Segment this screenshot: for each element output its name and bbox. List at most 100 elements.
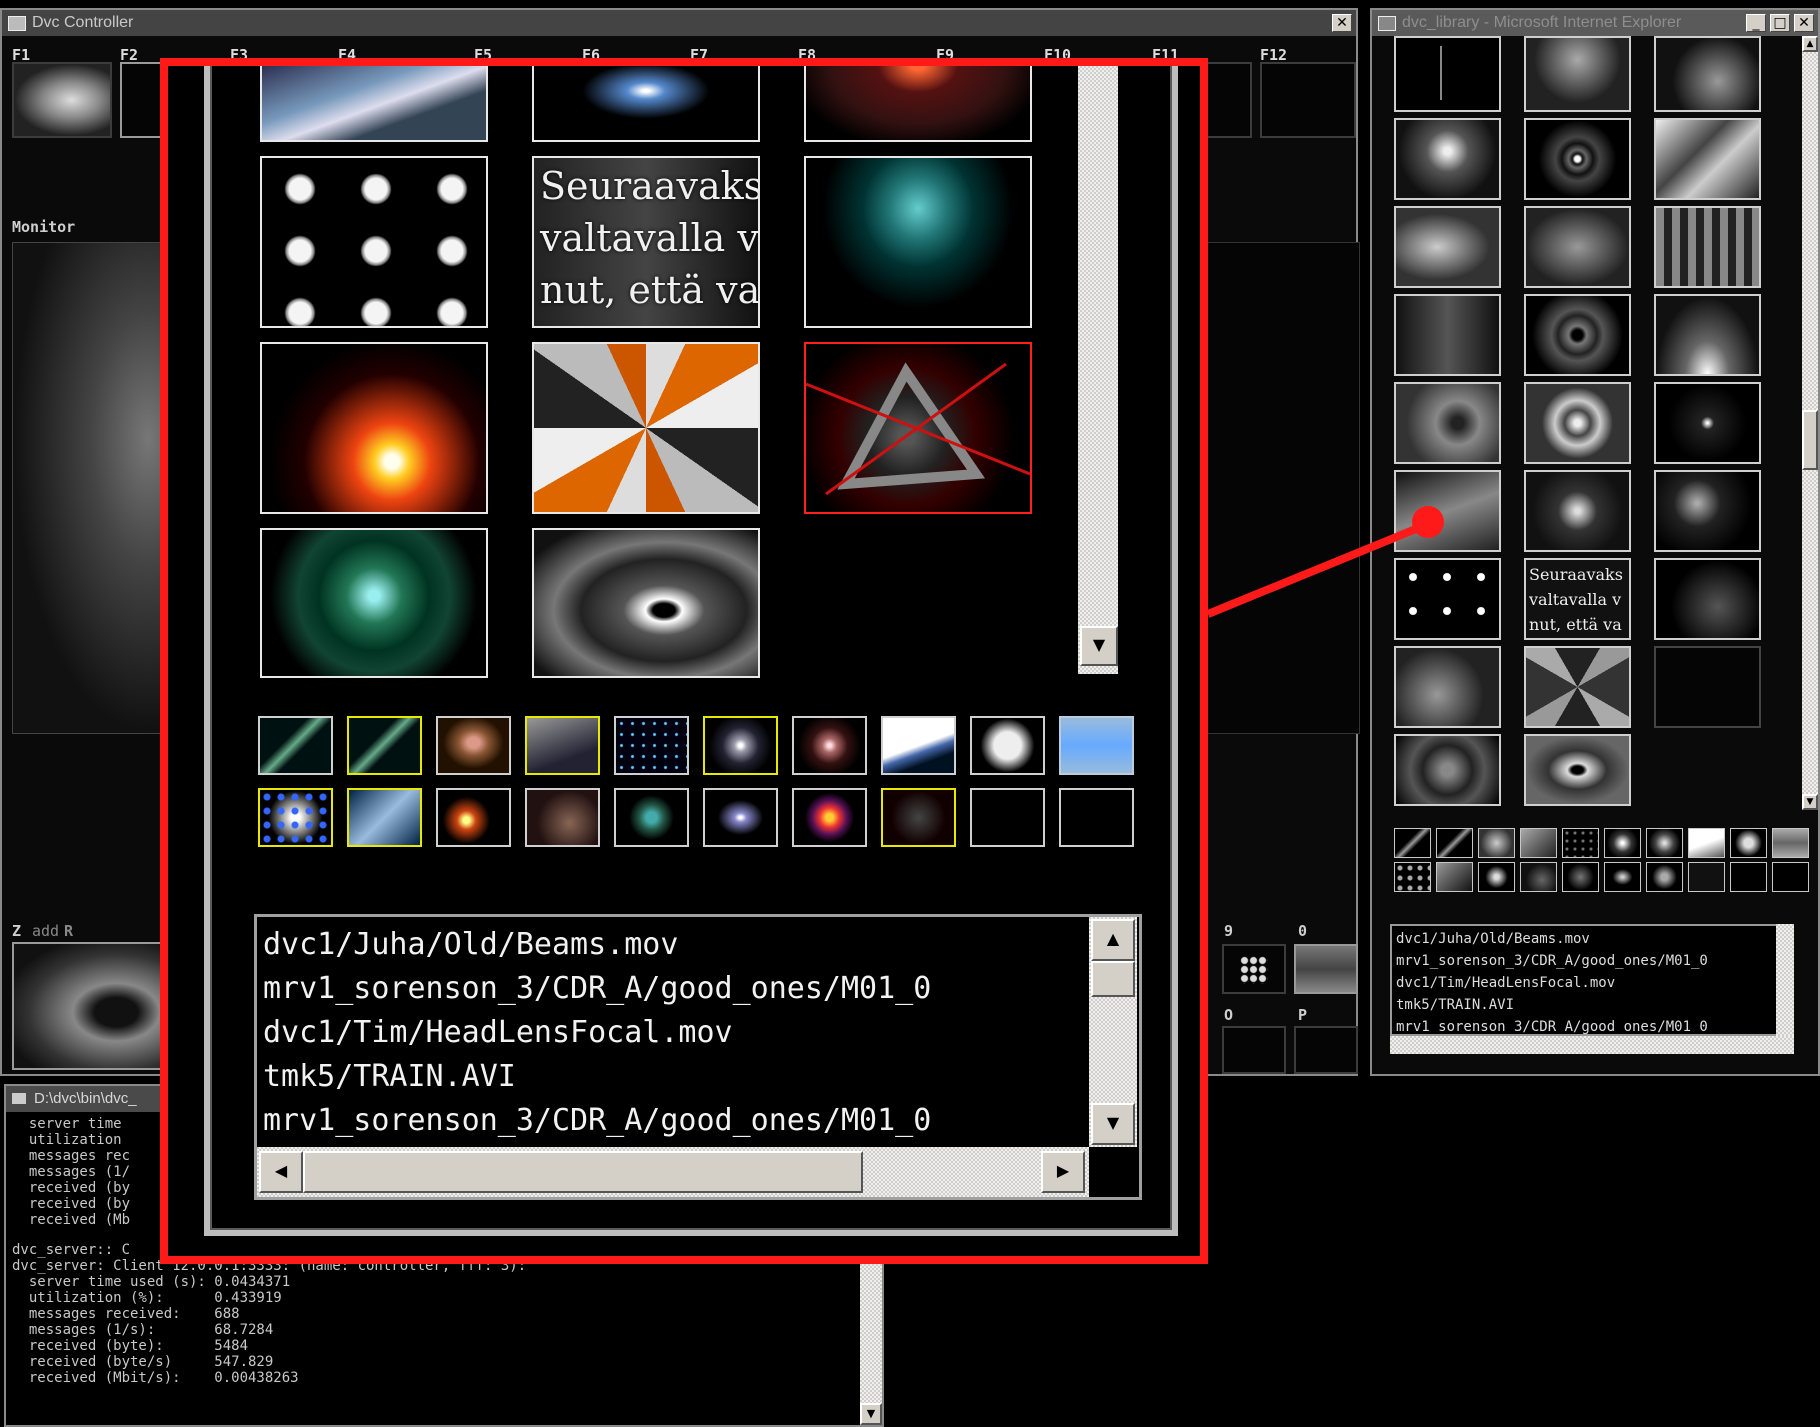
clip-thumb[interactable] — [1646, 828, 1683, 858]
library-thumb[interactable] — [1654, 36, 1761, 112]
console-scroll-down-button[interactable]: ▼ — [860, 1403, 882, 1425]
zoom-thumb-scrollbar[interactable] — [1078, 66, 1118, 674]
zoom-thumb[interactable] — [532, 528, 760, 678]
library-thumb[interactable] — [1654, 558, 1761, 640]
zoom-thumb[interactable] — [804, 66, 1032, 142]
library-thumb[interactable] — [1394, 558, 1501, 640]
library-file-list[interactable]: dvc1/Juha/Old/Beams.mov mrv1_sorenson_3/… — [1390, 924, 1790, 1036]
clip-thumb[interactable] — [1520, 862, 1557, 892]
clip-slot-selected[interactable] — [703, 716, 778, 775]
library-thumb[interactable] — [1524, 206, 1631, 288]
zoom-thumb[interactable] — [260, 156, 488, 328]
clip-slot-selected[interactable] — [258, 788, 333, 847]
clip-thumb[interactable] — [1772, 828, 1809, 858]
key-p-slot[interactable] — [1294, 1026, 1358, 1074]
library-thumb[interactable] — [1524, 118, 1631, 200]
library-thumb[interactable] — [1394, 646, 1501, 728]
close-button[interactable]: ✕ — [1332, 14, 1352, 32]
key-o-slot[interactable] — [1222, 1026, 1286, 1074]
file-list-scroll-down-button[interactable]: ▼ — [1091, 1103, 1135, 1145]
library-thumb[interactable] — [1524, 470, 1631, 552]
clip-slot[interactable] — [525, 788, 600, 847]
clip-thumb[interactable] — [1478, 862, 1515, 892]
file-list-scroll-right-button[interactable]: ▶ — [1041, 1151, 1085, 1193]
library-thumb[interactable] — [1524, 382, 1631, 464]
library-page-scroll-thumb[interactable] — [1802, 410, 1818, 470]
zoom-thumb-selected[interactable] — [804, 342, 1032, 514]
library-thumb[interactable] — [1654, 294, 1761, 376]
clip-slot[interactable] — [970, 716, 1045, 775]
library-thumb[interactable] — [1524, 734, 1631, 806]
library-thumb[interactable] — [1394, 118, 1501, 200]
clip-thumb[interactable] — [1688, 828, 1725, 858]
clip-slot-selected[interactable] — [525, 716, 600, 775]
library-file-list-vscroll[interactable] — [1776, 924, 1794, 1036]
library-thumb[interactable] — [1394, 382, 1501, 464]
zoom-thumb[interactable] — [260, 66, 488, 142]
library-thumb[interactable] — [1654, 206, 1761, 288]
file-item[interactable]: tmk5/TRAIN.AVI — [1396, 994, 1514, 1016]
clip-slot[interactable] — [970, 788, 1045, 847]
minimize-button[interactable]: _ — [1746, 14, 1766, 32]
library-thumb[interactable] — [1654, 382, 1761, 464]
close-button[interactable]: ✕ — [1794, 14, 1814, 32]
clip-slot-selected[interactable] — [881, 788, 956, 847]
zoom-thumb[interactable]: Seuraavaks valtavalla v nut, että va — [532, 156, 760, 328]
clip-thumb[interactable] — [1604, 828, 1641, 858]
clip-thumb[interactable] — [1436, 828, 1473, 858]
library-thumb[interactable] — [1394, 734, 1501, 806]
file-item[interactable]: dvc1/Juha/Old/Beams.mov — [1396, 928, 1590, 950]
file-item[interactable]: dvc1/Tim/HeadLensFocal.mov — [263, 1011, 733, 1055]
zoom-thumb[interactable] — [260, 528, 488, 678]
library-page-scroll-up[interactable]: ▲ — [1802, 36, 1818, 52]
clip-slot[interactable] — [792, 788, 867, 847]
maximize-button[interactable]: □ — [1770, 14, 1790, 32]
zoom-scroll-down-button[interactable]: ▼ — [1080, 626, 1118, 666]
library-thumb[interactable] — [1654, 470, 1761, 552]
library-page-scroll-down[interactable]: ▼ — [1802, 794, 1818, 810]
zoom-thumb[interactable] — [532, 342, 760, 514]
file-item[interactable]: tmk5/TRAIN.AVI — [263, 1055, 516, 1099]
clip-slot-selected[interactable] — [347, 716, 422, 775]
controller-titlebar[interactable]: Dvc Controller — [2, 10, 1356, 36]
eye-preview-slot[interactable] — [12, 942, 162, 1070]
file-item[interactable]: dvc1/Tim/HeadLensFocal.mov — [1396, 972, 1615, 994]
library-thumb[interactable] — [1394, 36, 1501, 112]
file-list-hscroll-thumb[interactable] — [303, 1151, 863, 1193]
key-9-slot[interactable] — [1222, 944, 1286, 994]
library-thumb[interactable] — [1524, 294, 1631, 376]
clip-slot[interactable] — [436, 788, 511, 847]
library-thumb[interactable] — [1524, 36, 1631, 112]
file-list-scroll-left-button[interactable]: ◀ — [259, 1151, 303, 1193]
clip-thumb[interactable] — [1730, 862, 1767, 892]
clip-thumb[interactable] — [1394, 828, 1431, 858]
clip-slot-selected[interactable] — [347, 788, 422, 847]
file-list-scroll-thumb[interactable] — [1091, 961, 1135, 997]
clip-thumb[interactable] — [1562, 828, 1599, 858]
clip-slot[interactable] — [614, 788, 689, 847]
library-thumb[interactable] — [1394, 206, 1501, 288]
key-0-slot[interactable] — [1294, 944, 1358, 994]
console-titlebar[interactable]: D:\dvc\bin\dvc_ — [6, 1086, 186, 1112]
clip-thumb[interactable] — [1520, 828, 1557, 858]
clip-thumb[interactable] — [1478, 828, 1515, 858]
clip-thumb[interactable] — [1562, 862, 1599, 892]
clip-slot[interactable] — [1059, 716, 1134, 775]
clip-slot[interactable] — [436, 716, 511, 775]
zoom-thumb[interactable] — [804, 156, 1032, 328]
library-thumb[interactable]: Seuraavaks valtavalla v nut, että va — [1524, 558, 1631, 640]
file-item[interactable]: mrv1_sorenson_3/CDR_A/good_ones/M01_0 — [1396, 1016, 1708, 1034]
clip-slot[interactable] — [881, 716, 956, 775]
clip-thumb[interactable] — [1604, 862, 1641, 892]
zoom-file-list[interactable]: dvc1/Juha/Old/Beams.mov mrv1_sorenson_3/… — [254, 914, 1142, 1200]
zoom-thumb[interactable] — [260, 342, 488, 514]
file-item[interactable]: mrv1_sorenson_3/CDR_A/good_ones/M01_0 — [263, 967, 931, 1011]
file-list-scroll-up-button[interactable]: ▲ — [1091, 919, 1135, 961]
clip-thumb[interactable] — [1730, 828, 1767, 858]
library-thumb[interactable] — [1654, 646, 1761, 728]
file-item[interactable]: mrv1_sorenson_3/CDR_A/good_ones/M01_0 — [1396, 950, 1708, 972]
file-item[interactable]: mrv1_sorenson_3/CDR_A/good_ones/M01_0 — [263, 1099, 931, 1143]
clip-thumb[interactable] — [1436, 862, 1473, 892]
clip-slot[interactable] — [703, 788, 778, 847]
clip-thumb[interactable] — [1772, 862, 1809, 892]
